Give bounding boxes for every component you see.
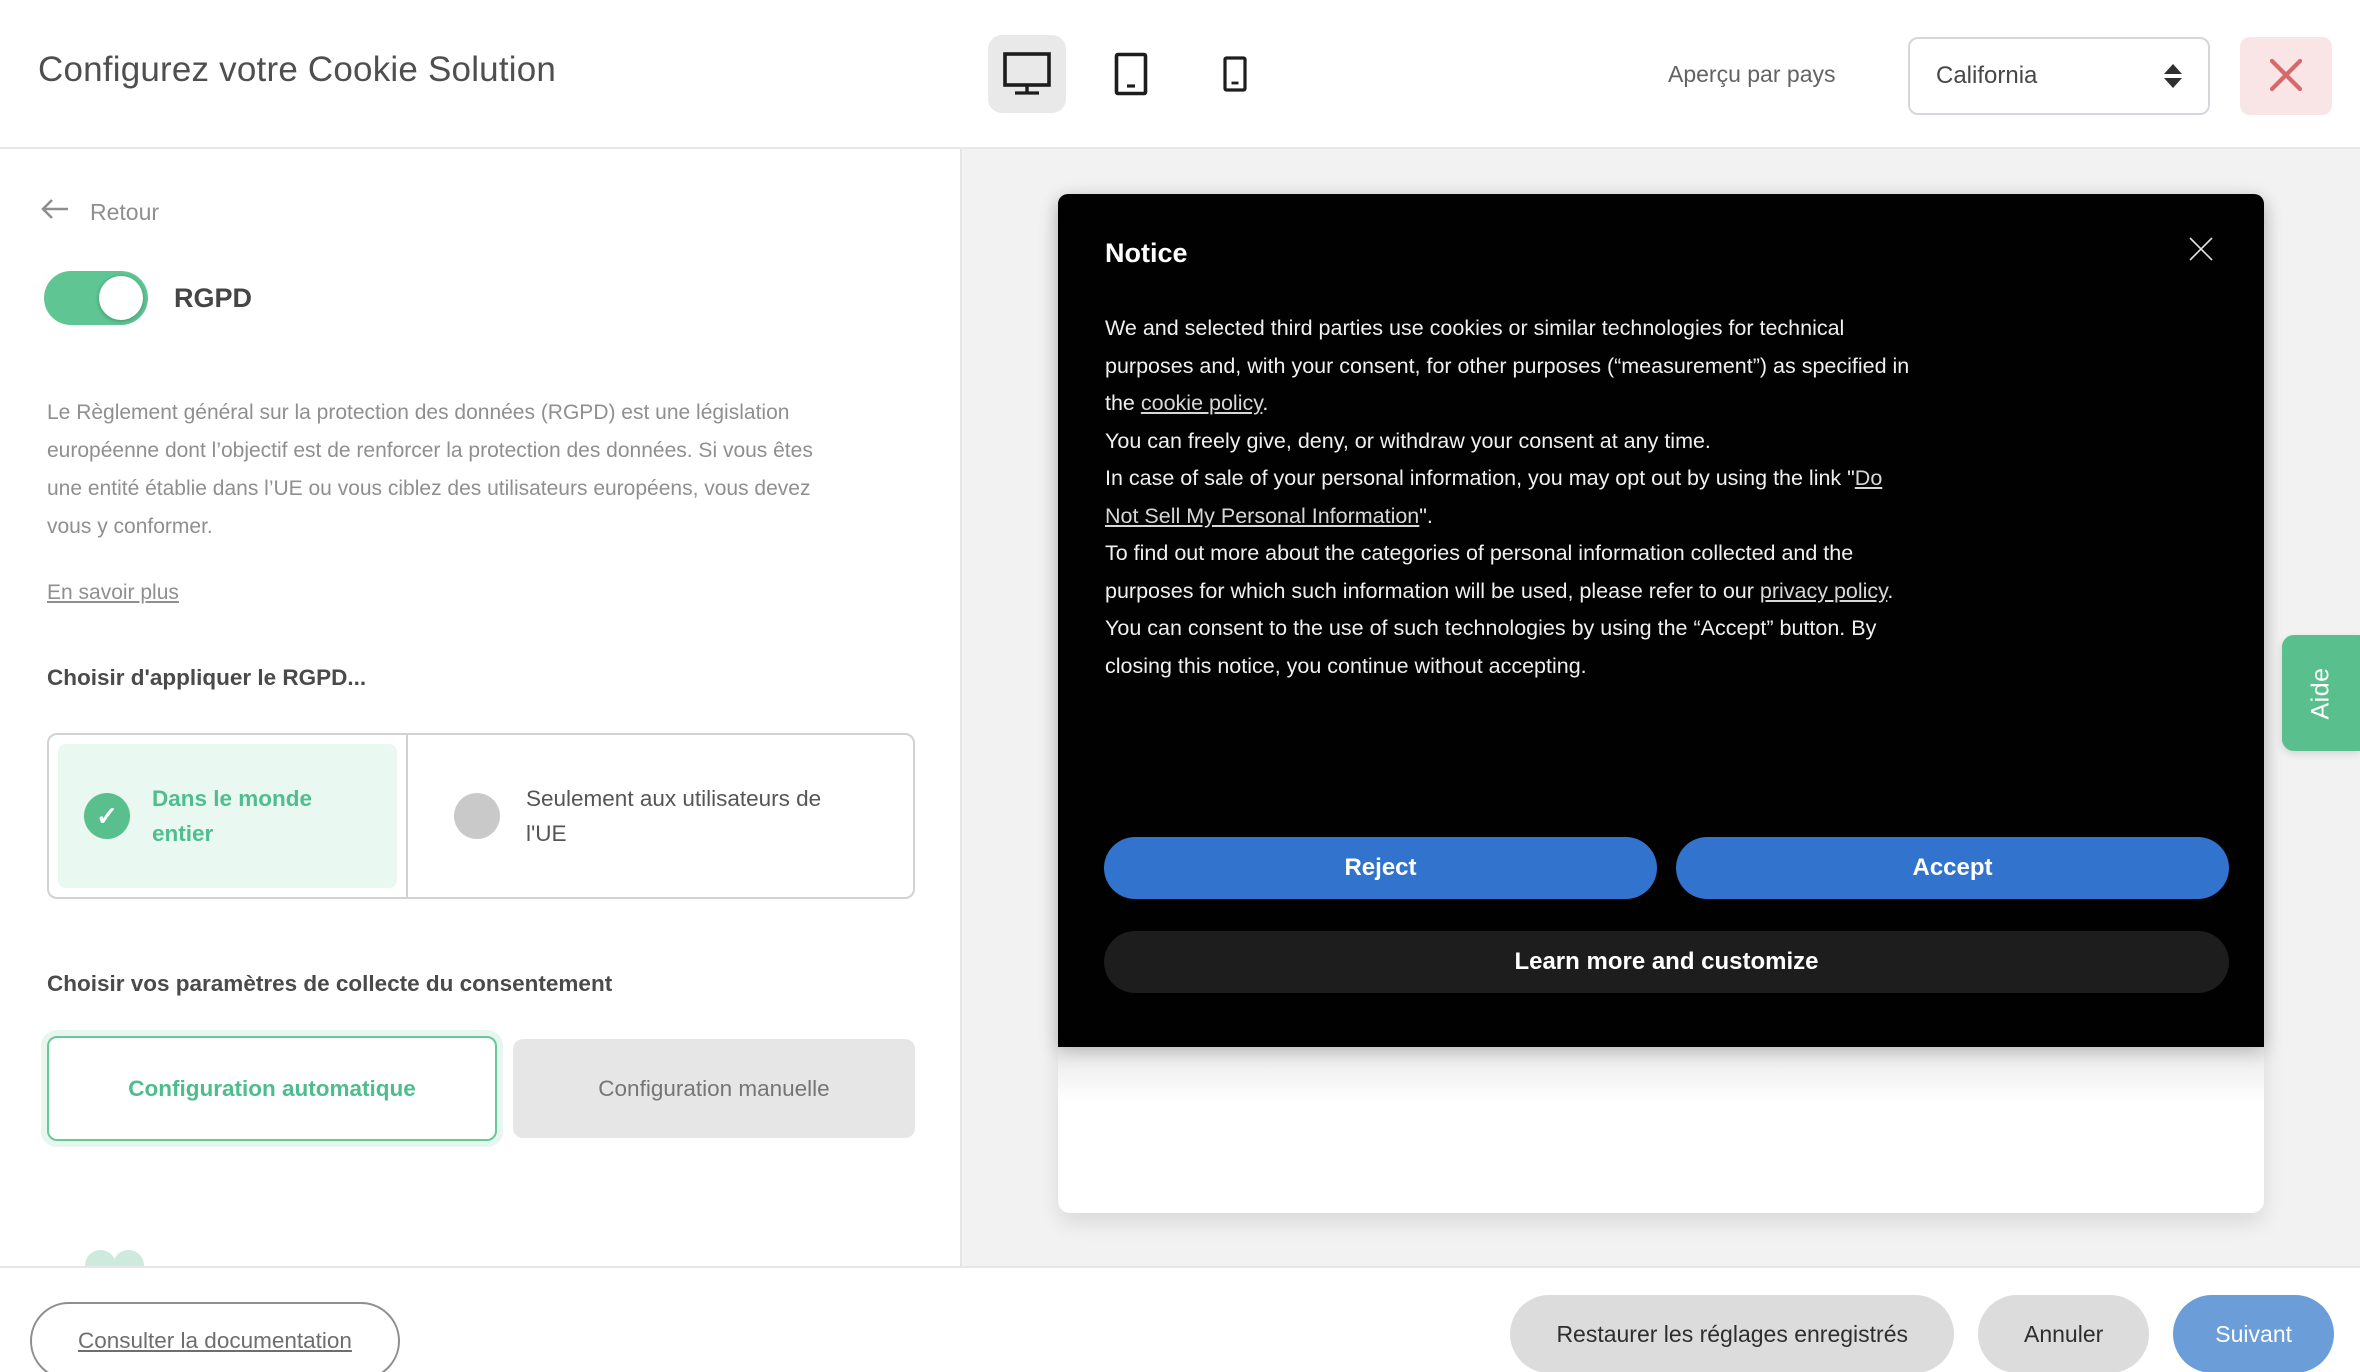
- rgpd-toggle-row: RGPD: [44, 271, 252, 325]
- panel-divider: [960, 0, 962, 1266]
- notice-link[interactable]: privacy policy: [1760, 579, 1887, 603]
- footer-actions: Restaurer les réglages enregistrés Annul…: [1510, 1295, 2334, 1372]
- notice-text: .: [1262, 391, 1268, 415]
- reject-button[interactable]: Reject: [1104, 837, 1657, 899]
- documentation-button[interactable]: Consulter la documentation: [30, 1302, 400, 1372]
- apply-option-label: Dans le monde entier: [152, 781, 362, 851]
- notice-text: You can consent to the use of such techn…: [1105, 616, 1876, 678]
- footer: Consulter la documentation Restaurer les…: [0, 1266, 2360, 1372]
- configurator-window: Configurez votre Cookie Solution: [0, 0, 2360, 1372]
- consent-heading: Choisir vos paramètres de collecte du co…: [47, 971, 612, 997]
- learn-more-link[interactable]: En savoir plus: [47, 581, 179, 605]
- apply-option-label: Seulement aux utilisateurs de l'UE: [526, 781, 866, 851]
- rgpd-toggle[interactable]: [44, 271, 148, 325]
- header: Configurez votre Cookie Solution: [0, 0, 2360, 149]
- decorative-heart-shape: [85, 1250, 145, 1266]
- arrow-left-icon: [38, 197, 70, 227]
- apply-option-eu-only[interactable]: Seulement aux utilisateurs de l'UE: [408, 735, 913, 897]
- tablet-icon: [1114, 52, 1148, 96]
- config-manual-button[interactable]: Configuration manuelle: [513, 1039, 915, 1138]
- notice-close-icon: [2188, 250, 2214, 265]
- unfold-icon: [2164, 64, 2182, 88]
- check-circle-icon: ✓: [84, 793, 130, 839]
- smartphone-icon: [1223, 56, 1247, 92]
- device-mobile-button[interactable]: [1196, 35, 1274, 113]
- cookie-notice-dialog: Notice We and selected third parties use…: [1058, 194, 2264, 1047]
- restore-settings-button[interactable]: Restaurer les réglages enregistrés: [1510, 1295, 1954, 1372]
- notice-close-button[interactable]: [2188, 236, 2214, 262]
- toggle-knob: [99, 276, 143, 320]
- apply-heading: Choisir d'appliquer le RGPD...: [47, 665, 366, 691]
- help-tab-label: Aide: [2306, 667, 2335, 719]
- apply-options-group: ✓ Dans le monde entier Seulement aux uti…: [47, 733, 915, 899]
- device-tablet-button[interactable]: [1092, 35, 1170, 113]
- device-desktop-button[interactable]: [988, 35, 1066, 113]
- radio-circle-icon: [454, 793, 500, 839]
- rgpd-toggle-label: RGPD: [174, 283, 252, 314]
- accept-button[interactable]: Accept: [1676, 837, 2229, 899]
- settings-panel: Retour RGPD Le Règlement général sur la …: [0, 149, 958, 1266]
- notice-body: We and selected third parties use cookie…: [1105, 310, 1915, 685]
- notice-link[interactable]: cookie policy: [1141, 391, 1263, 415]
- apply-option-worldwide-inner: ✓ Dans le monde entier: [58, 744, 397, 888]
- learn-more-customize-button[interactable]: Learn more and customize: [1104, 931, 2229, 993]
- notice-text: In case of sale of your personal informa…: [1105, 466, 1855, 490]
- country-select[interactable]: California: [1908, 37, 2210, 115]
- notice-text: ".: [1419, 504, 1433, 528]
- notice-text: To find out more about the categories of…: [1105, 541, 1853, 603]
- country-select-value: California: [1936, 62, 2037, 90]
- notice-text: You can freely give, deny, or withdraw y…: [1105, 429, 1711, 453]
- preview-panel: Notice We and selected third parties use…: [962, 149, 2360, 1266]
- device-preview-switcher: [988, 35, 1274, 113]
- close-icon: [2267, 56, 2305, 97]
- preview-by-country-label: Aperçu par pays: [1668, 61, 1835, 88]
- config-automatic-button[interactable]: Configuration automatique: [47, 1036, 497, 1141]
- next-button[interactable]: Suivant: [2173, 1295, 2334, 1372]
- close-button[interactable]: [2240, 37, 2332, 115]
- desktop-icon: [1002, 51, 1052, 97]
- back-link[interactable]: Retour: [38, 197, 159, 227]
- notice-text: .: [1887, 579, 1893, 603]
- help-tab[interactable]: Aide: [2282, 635, 2360, 751]
- notice-title: Notice: [1105, 238, 1188, 269]
- apply-option-worldwide[interactable]: ✓ Dans le monde entier: [49, 735, 408, 897]
- back-label: Retour: [90, 199, 159, 226]
- rgpd-description: Le Règlement général sur la protection d…: [47, 394, 847, 546]
- page-title: Configurez votre Cookie Solution: [38, 50, 556, 90]
- cancel-button[interactable]: Annuler: [1978, 1295, 2149, 1372]
